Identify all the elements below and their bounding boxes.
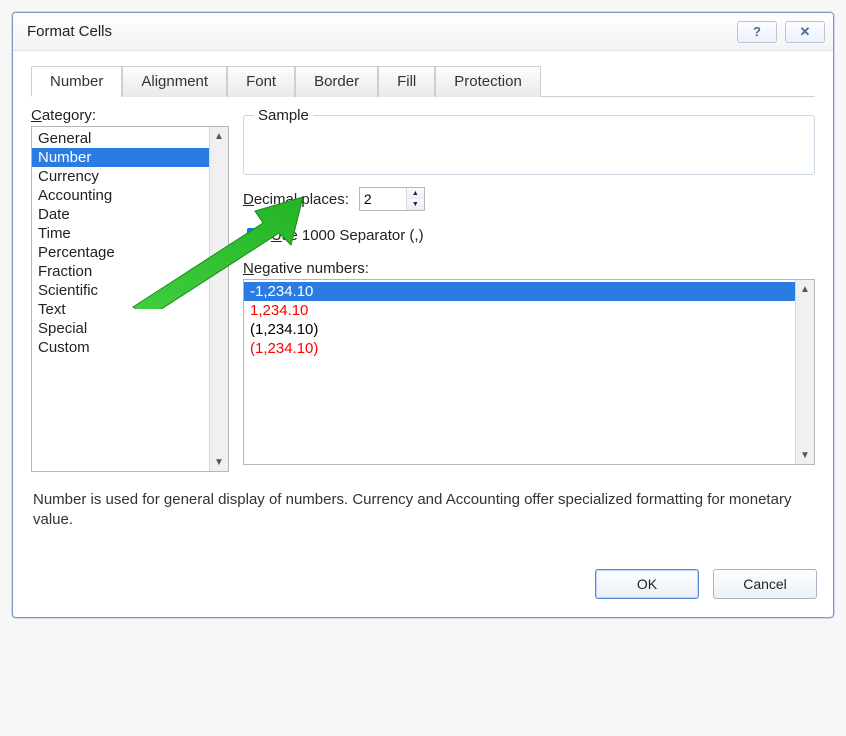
window-controls: ? ✕ (737, 21, 825, 43)
category-item[interactable]: Number (32, 148, 209, 167)
category-label: Category: (31, 107, 229, 124)
category-item[interactable]: Percentage (32, 243, 209, 262)
category-item[interactable]: Scientific (32, 281, 209, 300)
dialog-content: Number Alignment Font Border Fill Protec… (13, 51, 833, 539)
scrollbar[interactable]: ▲ ▼ (209, 127, 228, 471)
decimal-places-input[interactable] (360, 188, 406, 210)
dialog-footer: OK Cancel (13, 539, 833, 617)
titlebar: Format Cells ? ✕ (13, 13, 833, 51)
options-column: Sample Decimal places: ▲ ▼ (243, 107, 815, 472)
decimal-places-label: Decimal places: (243, 191, 349, 208)
spin-down-icon[interactable]: ▼ (407, 199, 424, 210)
category-list-inner: GeneralNumberCurrencyAccountingDateTimeP… (32, 127, 209, 471)
scroll-down-icon[interactable]: ▼ (210, 453, 228, 471)
sample-legend: Sample (254, 107, 313, 124)
category-item[interactable]: Time (32, 224, 209, 243)
decimal-places-spinner[interactable]: ▲ ▼ (359, 187, 425, 211)
negative-numbers-listbox[interactable]: -1,234.101,234.10(1,234.10)(1,234.10) ▲ … (243, 279, 815, 465)
category-description: Number is used for general display of nu… (31, 472, 815, 539)
ok-button[interactable]: OK (595, 569, 699, 599)
cancel-button[interactable]: Cancel (713, 569, 817, 599)
decimal-places-row: Decimal places: ▲ ▼ (243, 187, 815, 211)
category-column: Category: GeneralNumberCurrencyAccountin… (31, 107, 229, 472)
scroll-up-icon[interactable]: ▲ (210, 127, 228, 145)
category-item[interactable]: General (32, 129, 209, 148)
thousands-separator-row: Use 1000 Separator (,) (243, 225, 815, 246)
scroll-down-icon[interactable]: ▼ (796, 446, 814, 464)
negative-numbers-label: Negative numbers: (243, 260, 815, 277)
negative-item[interactable]: -1,234.10 (244, 282, 795, 301)
format-cells-dialog: Format Cells ? ✕ Number Alignment Font B… (12, 12, 834, 618)
thousands-separator-checkbox[interactable] (247, 228, 262, 243)
sample-value (254, 140, 804, 154)
tab-font[interactable]: Font (227, 66, 295, 97)
scroll-up-icon[interactable]: ▲ (796, 280, 814, 298)
category-item[interactable]: Special (32, 319, 209, 338)
category-item[interactable]: Fraction (32, 262, 209, 281)
category-item[interactable]: Text (32, 300, 209, 319)
negative-item[interactable]: (1,234.10) (244, 339, 795, 358)
tab-alignment[interactable]: Alignment (122, 66, 227, 97)
tab-body: Category: GeneralNumberCurrencyAccountin… (31, 107, 815, 472)
help-button[interactable]: ? (737, 21, 777, 43)
tab-number[interactable]: Number (31, 66, 122, 97)
tab-protection[interactable]: Protection (435, 66, 541, 97)
thousands-separator-label: Use 1000 Separator (,) (271, 227, 424, 244)
sample-group: Sample (243, 107, 815, 175)
negative-list-inner: -1,234.101,234.10(1,234.10)(1,234.10) (244, 280, 795, 464)
scrollbar[interactable]: ▲ ▼ (795, 280, 814, 464)
tab-fill[interactable]: Fill (378, 66, 435, 97)
category-item[interactable]: Date (32, 205, 209, 224)
close-button[interactable]: ✕ (785, 21, 825, 43)
category-listbox[interactable]: GeneralNumberCurrencyAccountingDateTimeP… (31, 126, 229, 472)
category-item[interactable]: Custom (32, 338, 209, 357)
category-item[interactable]: Accounting (32, 186, 209, 205)
spin-up-icon[interactable]: ▲ (407, 188, 424, 199)
category-item[interactable]: Currency (32, 167, 209, 186)
tab-border[interactable]: Border (295, 66, 378, 97)
negative-item[interactable]: (1,234.10) (244, 320, 795, 339)
dialog-title: Format Cells (21, 23, 112, 40)
tabstrip: Number Alignment Font Border Fill Protec… (31, 65, 815, 97)
negative-item[interactable]: 1,234.10 (244, 301, 795, 320)
